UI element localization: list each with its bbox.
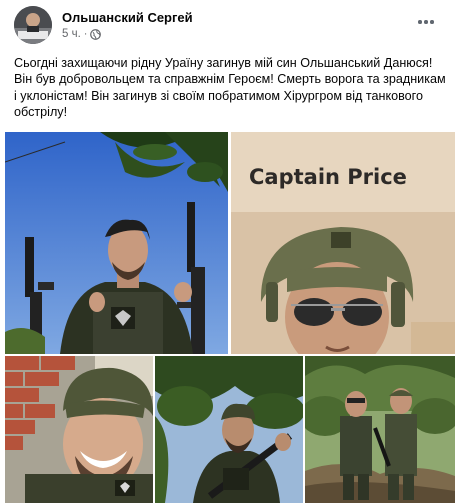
photo-soldier-with-rifles[interactable] — [5, 132, 228, 354]
photo-two-soldiers-field[interactable] — [305, 356, 455, 503]
author-avatar[interactable] — [14, 6, 52, 44]
more-options-icon[interactable] — [414, 12, 438, 32]
author-name[interactable]: Ольшанский Сергей — [62, 10, 193, 25]
post-timestamp[interactable]: 5 ч. — [62, 28, 81, 40]
post-header: Ольшанский Сергей 5 ч. · — [14, 6, 444, 46]
meta-separator: · — [83, 28, 88, 40]
post-text: Сьогдні захищаючи рідну Ураїну загинув м… — [14, 56, 450, 120]
photo-soldier-brick-wall[interactable] — [5, 356, 153, 503]
post-meta: 5 ч. · — [62, 28, 102, 40]
globe-icon[interactable] — [90, 28, 102, 40]
photo-grid: Captain Price — [0, 132, 457, 503]
photo-soldier-under-tree[interactable] — [155, 356, 303, 503]
photo-caption: Captain Price — [249, 165, 407, 189]
facebook-post: Ольшанский Сергей 5 ч. · Сьогдні захищаю… — [0, 0, 457, 503]
photo-captain-price-selfie[interactable]: Captain Price — [231, 132, 455, 354]
